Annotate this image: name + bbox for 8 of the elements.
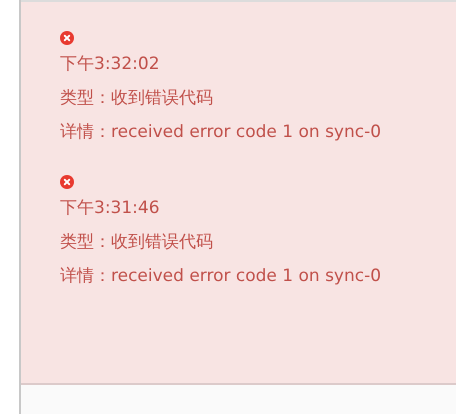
timestamp: 下午3:32:02 [60,53,161,76]
timestamp: 下午3:31:46 [60,197,161,220]
error-icon [60,31,74,45]
error-detail: 详情：received error code 1 on sync-0 [60,121,382,144]
error-detail: 详情：received error code 1 on sync-0 [60,265,382,288]
error-type: 类型：收到错误代码 [60,231,214,254]
error-icon [60,175,74,189]
error-type: 类型：收到错误代码 [60,87,214,110]
